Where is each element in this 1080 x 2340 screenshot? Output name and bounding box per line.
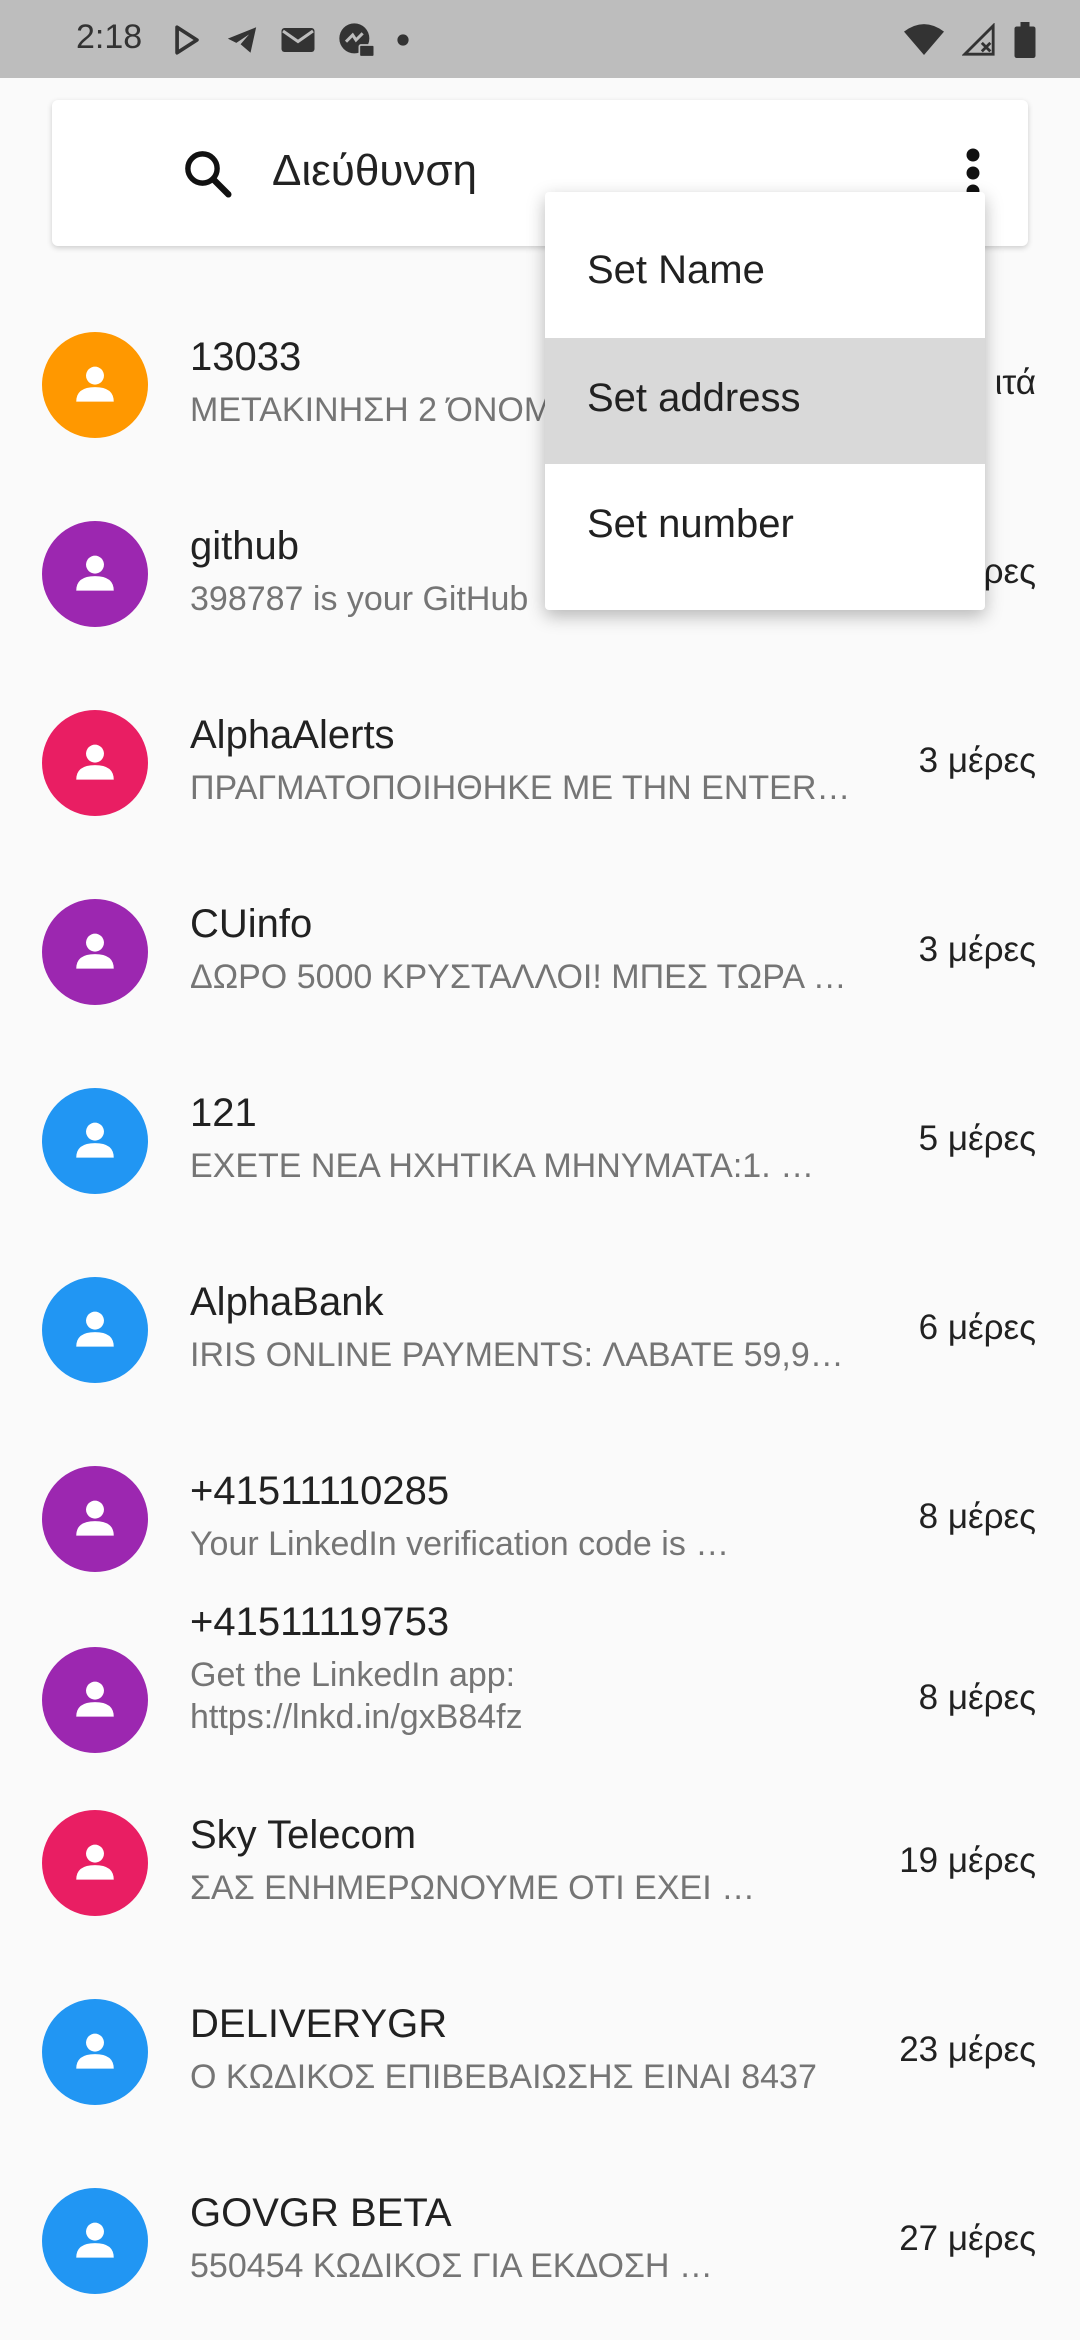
message-time: ιτά (994, 363, 1036, 402)
telegram-icon (227, 27, 257, 53)
battery-icon (1014, 22, 1036, 58)
contact-name: Sky Telecom (190, 1813, 417, 1857)
avatar (42, 1466, 148, 1572)
contact-name: AlphaAlerts (190, 713, 395, 757)
avatar (42, 1277, 148, 1383)
play-store-icon (175, 25, 199, 55)
message-preview: ΕΧΕΤΕ ΝΕΑ ΗΧΗΤΙΚΑ ΜΗΝΥΜΑΤΑ:1. … (190, 1147, 815, 1185)
contact-name: GOVGR BETA (190, 2191, 452, 2235)
message-preview: ΔΩΡΟ 5000 ΚΡΥΣΤΑΛΛΟΙ! ΜΠΕΣ ΤΩΡΑ … (190, 958, 847, 996)
message-time: ρες (983, 552, 1036, 591)
notification-icons (170, 20, 410, 60)
avatar (42, 332, 148, 438)
menu-item-set-address[interactable]: Set address (545, 338, 985, 464)
person-icon (76, 1122, 114, 1158)
avatar (42, 1088, 148, 1194)
message-preview: ΠΡΑΓΜΑΤΟΠΟΙΗΘΗΚΕ ΜΕ ΤΗΝ ΕΝΤΕR… (190, 769, 851, 807)
menu-item-label: Set address (587, 376, 801, 420)
avatar (42, 521, 148, 627)
menu-item-set-name[interactable]: Set Name (545, 192, 985, 338)
search-icon[interactable] (180, 146, 234, 200)
message-preview: ΣΑΣ ΕΝΗΜΕΡΩΝΟΥΜΕ ΟΤΙ ΕΧΕΙ … (190, 1869, 756, 1907)
person-icon (76, 933, 114, 969)
contact-name: github (190, 524, 299, 568)
conversation-row[interactable]: AlphaBank IRIS ONLINE PAYMENTS: ΛΑΒΑΤΕ 59… (0, 1250, 1080, 1410)
menu-item-set-number[interactable]: Set number (545, 464, 985, 590)
system-icons (904, 20, 1036, 60)
search-input[interactable]: Διεύθυνση (272, 146, 477, 196)
person-icon (76, 1500, 114, 1536)
message-preview: 550454 ΚΩΔΙΚΟΣ ΓΙΑ ΕΚΔΟΣΗ … (190, 2247, 713, 2285)
dot-icon (397, 34, 409, 46)
message-preview: Your LinkedIn verification code is … (190, 1525, 730, 1563)
conversation-row[interactable]: AlphaAlerts ΠΡΑΓΜΑΤΟΠΟΙΗΘΗΚΕ ΜΕ ΤΗΝ ΕΝΤΕR… (0, 683, 1080, 843)
conversation-row[interactable]: DELIVERYGR Ο ΚΩΔΙΚΟΣ ΕΠΙΒΕΒΑΙΩΣΗΣ ΕΙΝΑΙ 8… (0, 1972, 1080, 2132)
person-icon (76, 2222, 114, 2258)
avatar (42, 899, 148, 1005)
contact-name: 13033 (190, 335, 302, 379)
message-time: 6 μέρες (918, 1308, 1036, 1347)
message-preview: IRIS ONLINE PAYMENTS: ΛΑΒΑΤΕ 59,9… (190, 1336, 844, 1374)
person-icon (76, 366, 114, 402)
person-icon (76, 555, 114, 591)
message-preview-line2: https://lnkd.in/gxB84fz (190, 1698, 523, 1736)
message-time: 3 μέρες (918, 930, 1036, 969)
conversation-row[interactable]: CUinfo ΔΩΡΟ 5000 ΚΡΥΣΤΑΛΛΟΙ! ΜΠΕΣ ΤΩΡΑ … 3… (0, 872, 1080, 1032)
message-preview: 398787 is your GitHub (190, 580, 529, 618)
conversation-row[interactable]: GOVGR BETA 550454 ΚΩΔΙΚΟΣ ΓΙΑ ΕΚΔΟΣΗ … 27 … (0, 2161, 1080, 2321)
contact-name: +41511119753 (190, 1600, 450, 1644)
message-time: 5 μέρες (918, 1119, 1036, 1158)
message-time: 27 μέρες (899, 2219, 1036, 2258)
person-icon (76, 1844, 114, 1880)
menu-item-label: Set number (587, 502, 794, 546)
contact-name: +41511110285 (190, 1469, 450, 1513)
avatar (42, 1647, 148, 1753)
message-time: 19 μέρες (899, 1841, 1036, 1880)
conversation-row[interactable]: 121 ΕΧΕΤΕ ΝΕΑ ΗΧΗΤΙΚΑ ΜΗΝΥΜΑΤΑ:1. … 5 μέρε… (0, 1061, 1080, 1221)
menu-item-label: Set Name (587, 248, 765, 292)
contact-name: DELIVERYGR (190, 2002, 448, 2046)
conversation-row[interactable]: Sky Telecom ΣΑΣ ΕΝΗΜΕΡΩΝΟΥΜΕ ΟΤΙ ΕΧΕΙ … 19… (0, 1783, 1080, 1943)
message-time: 23 μέρες (899, 2030, 1036, 2069)
avatar (42, 2188, 148, 2294)
avatar (42, 1999, 148, 2105)
messenger-icon (339, 23, 376, 58)
conversation-row[interactable]: +41511110285 Your LinkedIn verification c… (0, 1439, 1080, 1599)
mail-icon (281, 28, 315, 52)
message-time: 8 μέρες (918, 1497, 1036, 1536)
status-time: 2:18 (76, 18, 143, 56)
status-bar: 2:18 (0, 0, 1080, 78)
message-time: 3 μέρες (918, 741, 1036, 780)
overflow-menu: Set Name Set address Set number (545, 192, 985, 610)
person-icon (76, 744, 114, 780)
message-preview: Ο ΚΩΔΙΚΟΣ ΕΠΙΒΕΒΑΙΩΣΗΣ ΕΙΝΑΙ 8437 (190, 2058, 817, 2096)
wifi-icon (904, 24, 944, 55)
contact-name: 121 (190, 1091, 257, 1135)
avatar (42, 1810, 148, 1916)
avatar (42, 710, 148, 816)
contact-name: CUinfo (190, 902, 313, 946)
person-icon (76, 1681, 114, 1717)
message-preview: Get the LinkedIn app: (190, 1656, 516, 1694)
cell-signal-icon (962, 23, 995, 56)
person-icon (76, 1311, 114, 1347)
message-preview: ΜΕΤΑΚΙΝΗΣΗ 2 ΌΝΟΜ (190, 391, 553, 429)
conversation-row[interactable]: +41511119753 Get the LinkedIn app: https:/… (0, 1600, 1080, 1800)
person-icon (76, 2033, 114, 2069)
contact-name: AlphaBank (190, 1280, 384, 1324)
message-time: 8 μέρες (918, 1678, 1036, 1717)
